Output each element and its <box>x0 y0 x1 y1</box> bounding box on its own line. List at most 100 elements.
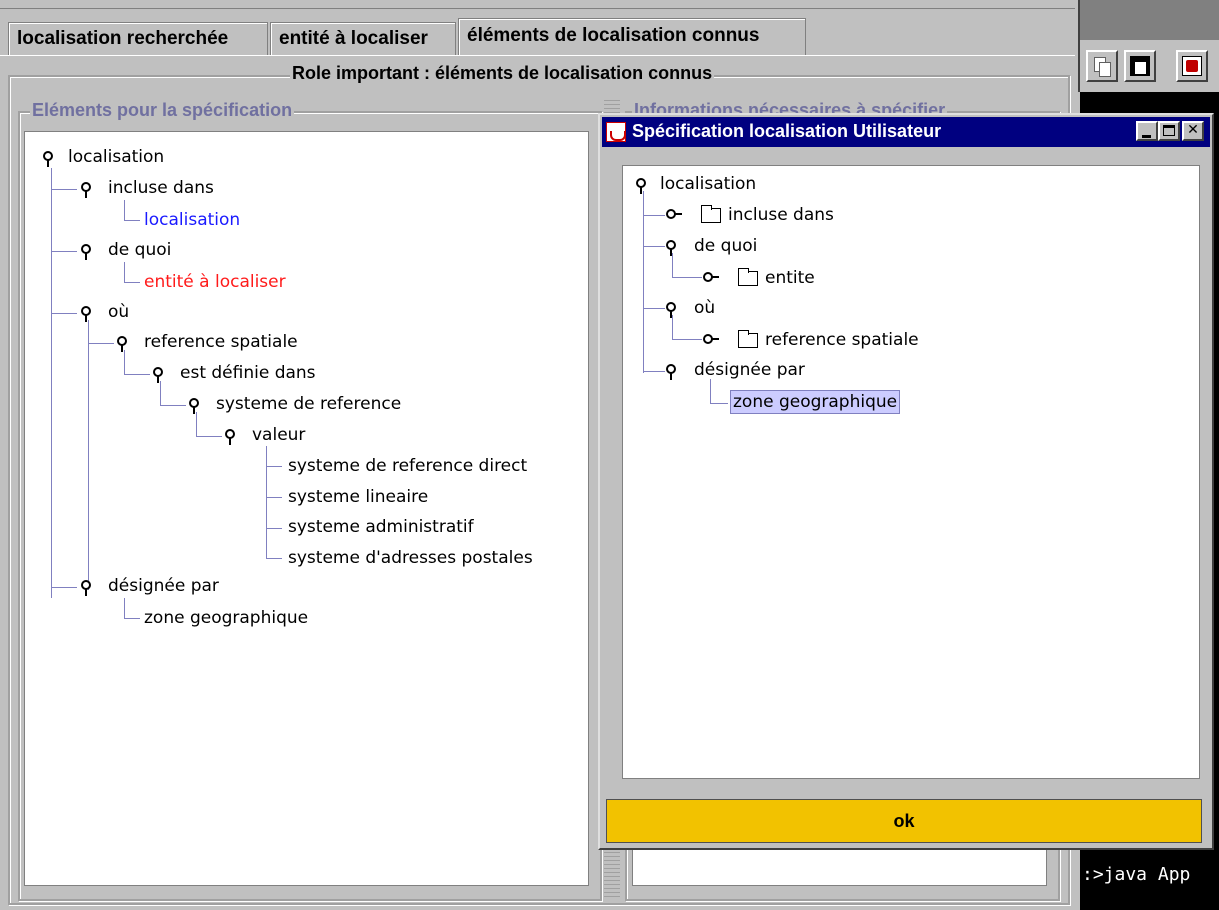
tree-line <box>124 200 125 220</box>
tree-line <box>643 371 665 372</box>
main-panel-title: Role important : éléments de localisatio… <box>290 63 715 84</box>
dialog-title: Spécification localisation Utilisateur <box>632 121 942 141</box>
tree-line <box>266 446 267 558</box>
expanded-node-icon[interactable] <box>117 336 127 352</box>
tree-node[interactable]: entité à localiser <box>144 271 286 293</box>
close-icon[interactable]: ✕ <box>1182 121 1204 141</box>
expanded-node-icon[interactable] <box>81 244 91 260</box>
console-text: :>java App <box>1082 864 1191 885</box>
tree-line <box>643 308 665 309</box>
folder-icon <box>738 268 758 286</box>
expanded-node-icon[interactable] <box>189 398 199 414</box>
copy-icon[interactable] <box>1086 50 1118 82</box>
tree-node[interactable]: valeur <box>252 424 305 446</box>
tree-line <box>51 313 77 314</box>
tree-node[interactable]: systeme de reference direct <box>288 455 527 477</box>
tree-node[interactable]: systeme lineaire <box>288 486 428 508</box>
tree-node[interactable]: systeme d'adresses postales <box>288 547 533 569</box>
dialog-titlebar[interactable]: Spécification localisation Utilisateur ✕ <box>602 117 1210 147</box>
collapsed-node-icon[interactable] <box>703 334 719 344</box>
tree-node[interactable]: désignée par <box>108 575 219 597</box>
tree-node[interactable]: systeme administratif <box>288 516 474 538</box>
tree-line <box>710 379 711 403</box>
tree-line <box>196 412 197 436</box>
tree-node[interactable]: est définie dans <box>180 362 316 384</box>
expanded-node-icon[interactable] <box>666 240 676 256</box>
tree-node[interactable]: localisation <box>144 209 240 231</box>
window-top-border <box>0 8 1075 9</box>
tree-node[interactable]: localisation <box>68 146 164 168</box>
tree-line <box>51 168 52 598</box>
tree-line <box>266 528 282 529</box>
tree-node[interactable]: reference spatiale <box>144 331 298 353</box>
tree-line <box>160 405 186 406</box>
folder-icon <box>738 330 758 348</box>
expanded-node-icon[interactable] <box>153 367 163 383</box>
move-icon[interactable] <box>1176 50 1208 82</box>
tree-line <box>710 403 728 404</box>
tree-line <box>124 618 140 619</box>
specification-dialog: Spécification localisation Utilisateur ✕… <box>598 113 1214 850</box>
tree-node[interactable]: reference spatiale <box>765 329 919 351</box>
tree-line <box>643 191 644 373</box>
selected-tree-node[interactable]: zone geographique <box>730 390 901 414</box>
toolbar-top-shade <box>1080 0 1219 40</box>
tree-line <box>124 374 150 375</box>
expanded-node-icon[interactable] <box>81 182 91 198</box>
tree-line <box>88 320 89 590</box>
tree-line <box>196 436 222 437</box>
tree-line <box>672 277 702 278</box>
tree-line <box>266 466 282 467</box>
tree-line <box>672 253 673 277</box>
tree-node[interactable]: de quoi <box>108 239 171 261</box>
tree-line <box>124 262 125 282</box>
tree-line <box>672 315 673 339</box>
tab-elements-de-localisation-connus[interactable]: éléments de localisation connus <box>458 18 806 56</box>
ok-button[interactable]: ok <box>606 799 1202 843</box>
tree-line <box>124 350 125 374</box>
java-app-icon <box>606 122 626 142</box>
tree-line <box>124 220 140 221</box>
tree-node[interactable]: zone geographique <box>144 607 308 629</box>
tree-line <box>643 246 665 247</box>
tab-baseline <box>0 55 1075 56</box>
collapsed-node-icon[interactable] <box>666 209 682 219</box>
collapsed-node-icon[interactable] <box>703 272 719 282</box>
tree-node[interactable]: de quoi <box>694 235 757 257</box>
tree-node[interactable]: systeme de reference <box>216 393 401 415</box>
paste-icon[interactable] <box>1124 50 1156 82</box>
tree-line <box>124 598 125 618</box>
tree-line <box>88 343 114 344</box>
tree-line <box>672 339 702 340</box>
tab-localisation-recherchee[interactable]: localisation recherchée <box>8 22 268 55</box>
tree-line <box>51 587 77 588</box>
dialog-tree-area[interactable] <box>622 165 1200 779</box>
tree-node[interactable]: où <box>108 301 129 323</box>
expanded-node-icon[interactable] <box>666 364 676 380</box>
tree-line <box>51 251 77 252</box>
tree-line <box>266 558 282 559</box>
expanded-node-icon[interactable] <box>225 429 235 445</box>
left-panel-title: Eléments pour la spécification <box>30 100 295 121</box>
tree-node[interactable]: entite <box>765 267 815 289</box>
tree-line <box>160 381 161 405</box>
tree-line <box>51 189 77 190</box>
tab-entite-a-localiser[interactable]: entité à localiser <box>270 22 456 55</box>
maximize-icon[interactable] <box>1158 121 1180 141</box>
tree-line <box>643 215 665 216</box>
folder-icon <box>701 205 721 223</box>
tree-line <box>88 320 89 342</box>
expanded-node-icon[interactable] <box>636 178 646 194</box>
tree-node[interactable]: localisation <box>660 173 756 195</box>
tree-node[interactable]: incluse dans <box>108 177 214 199</box>
tree-node[interactable]: désignée par <box>694 359 805 381</box>
minimize-icon[interactable] <box>1136 121 1158 141</box>
expanded-node-icon[interactable] <box>81 306 91 322</box>
expanded-node-icon[interactable] <box>81 580 91 596</box>
tree-node[interactable]: où <box>694 297 715 319</box>
tree-line <box>124 282 140 283</box>
expanded-node-icon[interactable] <box>43 151 53 167</box>
expanded-node-icon[interactable] <box>666 302 676 318</box>
tree-line <box>266 497 282 498</box>
tree-node[interactable]: incluse dans <box>728 204 834 226</box>
